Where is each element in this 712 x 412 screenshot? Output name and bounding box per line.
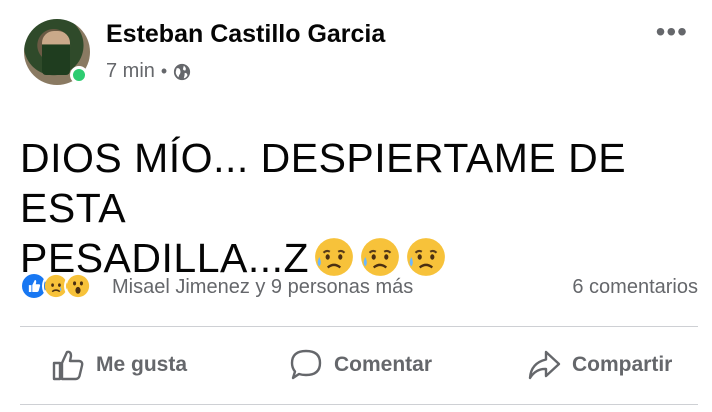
avatar-figure: [42, 31, 70, 75]
sad-face-with-tear-icon: [361, 238, 399, 276]
post-time[interactable]: 7 min: [106, 60, 155, 83]
online-status-indicator: [70, 66, 88, 84]
more-options-button[interactable]: •••: [656, 18, 688, 46]
reaction-summary[interactable]: Misael Jimenez y 9 personas más: [112, 276, 413, 299]
meta-separator: •: [160, 61, 168, 81]
author-name[interactable]: Esteban Castillo Garcia: [106, 20, 385, 49]
share-label: Compartir: [572, 353, 673, 376]
thumbs-up-icon: [52, 350, 84, 381]
share-arrow-icon: [528, 350, 561, 380]
like-label: Me gusta: [96, 353, 188, 376]
post-body: DIOS MÍO... DESPIERTAME DE ESTA PESADILL…: [20, 133, 700, 283]
globe-icon[interactable]: [173, 63, 191, 81]
wow-icon: [64, 272, 92, 300]
divider: [20, 404, 698, 405]
comment-count[interactable]: 6 comentarios: [572, 276, 698, 299]
share-button[interactable]: Compartir: [526, 347, 672, 383]
sad-face-with-tear-icon: [315, 238, 353, 276]
post-text-line-1: DIOS MÍO... DESPIERTAME DE ESTA: [20, 135, 627, 231]
divider: [20, 326, 698, 327]
comment-label: Comentar: [334, 353, 433, 376]
post-meta: 7 min •: [106, 60, 191, 83]
reaction-icons[interactable]: [20, 272, 92, 300]
sad-face-with-tear-icon: [407, 238, 445, 276]
comment-bubble-icon: [290, 349, 322, 380]
like-button[interactable]: Me gusta: [50, 347, 187, 383]
comment-button[interactable]: Comentar: [288, 347, 432, 383]
